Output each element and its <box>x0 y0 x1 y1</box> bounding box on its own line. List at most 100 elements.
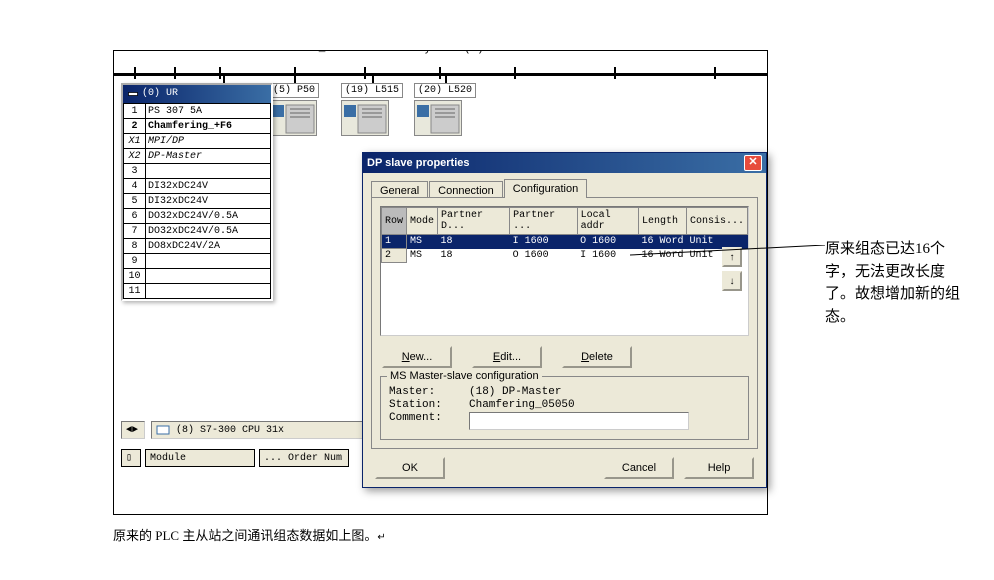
module-cell <box>146 284 271 299</box>
config-table[interactable]: RowModePartner D...Partner ...Local addr… <box>381 207 748 263</box>
rack-table[interactable]: 1PS 307 5A2Chamfering_+F6X1MPI/DPX2DP-Ma… <box>123 103 271 299</box>
status-nav-left[interactable]: ◄► <box>121 421 145 439</box>
tab-strip: GeneralConnectionConfiguration <box>363 173 766 198</box>
cell: MS <box>407 249 438 263</box>
device-node-d5[interactable]: (5) P50 <box>269 83 319 136</box>
module-cell <box>146 269 271 284</box>
rack-row[interactable]: 1PS 307 5A <box>124 104 271 119</box>
dp-slave-properties-dialog: DP slave properties ✕ GeneralConnectionC… <box>362 152 767 488</box>
comment-input[interactable] <box>469 412 689 430</box>
col-header[interactable]: Partner ... <box>510 208 578 235</box>
rack-title-bar: (0) UR <box>123 85 271 103</box>
device-icon <box>269 100 317 136</box>
rack-row[interactable]: 5DI32xDC24V <box>124 194 271 209</box>
dialog-title-bar[interactable]: DP slave properties ✕ <box>363 153 766 173</box>
rack-row[interactable]: 11 <box>124 284 271 299</box>
cell: 2 <box>382 249 407 263</box>
move-down-button[interactable]: ↓ <box>722 271 742 291</box>
col-header[interactable]: Mode <box>407 208 438 235</box>
device-icon <box>341 100 389 136</box>
ok-button[interactable]: OK <box>375 457 445 479</box>
module-col-module[interactable]: Module <box>145 449 255 467</box>
module-cell <box>146 164 271 179</box>
reorder-buttons: ↑ ↓ <box>722 247 742 291</box>
rack-row[interactable]: 4DI32xDC24V <box>124 179 271 194</box>
station-label: Station: <box>389 399 469 411</box>
col-header[interactable]: Partner D... <box>438 208 510 235</box>
slot-cell: 10 <box>124 269 146 284</box>
master-value: (18) DP-Master <box>469 386 561 398</box>
slot-cell: 6 <box>124 209 146 224</box>
rack-row[interactable]: 10 <box>124 269 271 284</box>
device-icon <box>414 100 462 136</box>
slot-cell: 7 <box>124 224 146 239</box>
delete-button[interactable]: Delete <box>562 346 632 368</box>
device-label: (20) L520 <box>414 83 476 98</box>
ms-config-group: MS Master-slave configuration Master:(18… <box>380 376 749 440</box>
annotation-text: 原来组态已达16个字，无法更改长度了。故想增加新的组态。 <box>825 238 965 328</box>
module-cell: DI32xDC24V <box>146 194 271 209</box>
rack-row[interactable]: 8DO8xDC24V/2A <box>124 239 271 254</box>
rack-row[interactable]: X2DP-Master <box>124 149 271 164</box>
tab-panel-configuration: RowModePartner D...Partner ...Local addr… <box>371 197 758 449</box>
module-row-icon: ▯ <box>121 449 141 467</box>
module-cell: DO32xDC24V/0.5A <box>146 209 271 224</box>
config-table-wrap: RowModePartner D...Partner ...Local addr… <box>380 206 749 336</box>
slot-cell: 2 <box>124 119 146 134</box>
rack-row[interactable]: 7DO32xDC24V/0.5A <box>124 224 271 239</box>
help-button[interactable]: Help <box>684 457 754 479</box>
topology-label: PROFIBUS_FM: DP master system (1) <box>264 50 486 55</box>
cell: MS <box>407 235 438 249</box>
new-button[interactable]: New... <box>382 346 452 368</box>
slot-cell: X1 <box>124 134 146 149</box>
table-row[interactable]: 1MS18I 1600O 160016 WordUnit <box>382 235 748 249</box>
dialog-title-text: DP slave properties <box>367 153 470 173</box>
module-cell: PS 307 5A <box>146 104 271 119</box>
module-cell <box>146 254 271 269</box>
close-icon[interactable]: ✕ <box>744 155 762 171</box>
rack-row[interactable]: X1MPI/DP <box>124 134 271 149</box>
col-header[interactable]: Length <box>638 208 686 235</box>
device-label: (5) P50 <box>269 83 319 98</box>
table-row[interactable]: 2MS18O 1600I 160016 WordUnit <box>382 249 748 263</box>
cell: I 1600 <box>577 249 638 263</box>
dialog-bottom-buttons: OK Cancel Help <box>363 449 766 487</box>
config-button-row: New... Edit... Delete <box>382 346 747 368</box>
tab-configuration[interactable]: Configuration <box>504 179 587 198</box>
move-up-button[interactable]: ↑ <box>722 247 742 267</box>
rack-row[interactable]: 6DO32xDC24V/0.5A <box>124 209 271 224</box>
plc-icon <box>156 423 170 437</box>
cell: O 1600 <box>510 249 578 263</box>
rack-row[interactable]: 9 <box>124 254 271 269</box>
module-cell: DO8xDC24V/2A <box>146 239 271 254</box>
station-value: Chamfering_05050 <box>469 399 575 411</box>
cell: 16 Word <box>638 249 686 263</box>
cancel-button[interactable]: Cancel <box>604 457 674 479</box>
slot-cell: X2 <box>124 149 146 164</box>
slot-cell: 5 <box>124 194 146 209</box>
cell: 16 Word <box>638 235 686 249</box>
col-header[interactable]: Consis... <box>686 208 747 235</box>
module-cell: Chamfering_+F6 <box>146 119 271 134</box>
cell: 18 <box>438 235 510 249</box>
edit-button[interactable]: Edit... <box>472 346 542 368</box>
module-cell: DP-Master <box>146 149 271 164</box>
rack-icon <box>127 88 139 100</box>
module-cell: DI32xDC24V <box>146 179 271 194</box>
rack-window[interactable]: (0) UR 1PS 307 5A2Chamfering_+F6X1MPI/DP… <box>121 83 273 301</box>
cell: O 1600 <box>577 235 638 249</box>
rack-row[interactable]: 2Chamfering_+F6 <box>124 119 271 134</box>
figure-caption: 原来的 PLC 主从站之间通讯组态数据如上图。↵ <box>113 525 386 544</box>
rack-row[interactable]: 3 <box>124 164 271 179</box>
module-col-order[interactable]: ... Order Num <box>259 449 349 467</box>
slot-cell: 3 <box>124 164 146 179</box>
rack-title-text: (0) UR <box>142 85 178 103</box>
slot-cell: 11 <box>124 284 146 299</box>
cell: I 1600 <box>510 235 578 249</box>
group-legend: MS Master-slave configuration <box>387 370 542 382</box>
module-cell: DO32xDC24V/0.5A <box>146 224 271 239</box>
device-node-d19[interactable]: (19) L515 <box>341 83 403 136</box>
col-header[interactable]: Row <box>382 208 407 235</box>
device-node-d20[interactable]: (20) L520 <box>414 83 476 136</box>
col-header[interactable]: Local addr <box>577 208 638 235</box>
